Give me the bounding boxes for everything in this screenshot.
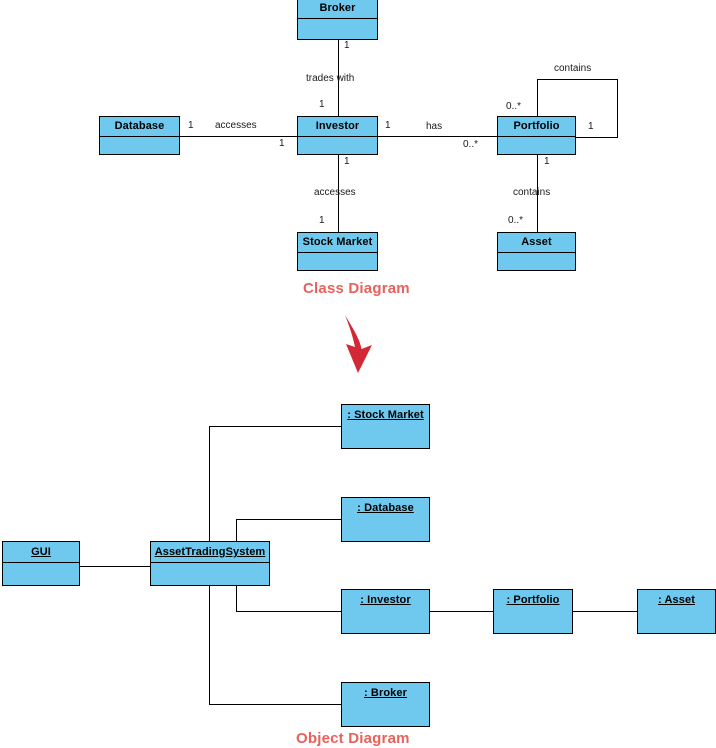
class-attributes-portfolio xyxy=(498,137,575,154)
multiplicity-stock-market-top: 1 xyxy=(319,215,325,226)
label-has: has xyxy=(426,121,443,132)
connector-portfolio-self-top xyxy=(537,79,618,80)
label-contains-asset: contains xyxy=(513,187,551,198)
multiplicity-investor-right: 1 xyxy=(385,120,391,131)
object-name-portfolio: : Portfolio xyxy=(506,594,560,606)
object-slots-asset xyxy=(638,610,715,633)
label-accesses-database: accesses xyxy=(215,120,257,131)
class-name-database: Database xyxy=(100,117,179,137)
multiplicity-broker-end: 1 xyxy=(344,40,350,51)
class-name-stock-market: Stock Market xyxy=(298,233,377,253)
label-trades-with: trades with xyxy=(306,73,355,84)
class-name-asset: Asset xyxy=(498,233,575,253)
link-ats-stock-market xyxy=(209,426,341,427)
multiplicity-asset-top: 0..* xyxy=(508,215,524,226)
object-box-assettradingsystem[interactable]: AssetTradingSystem xyxy=(150,541,270,586)
class-box-stock-market[interactable]: Stock Market xyxy=(297,232,378,271)
class-box-portfolio[interactable]: Portfolio xyxy=(497,116,576,155)
multiplicity-investor-left: 1 xyxy=(279,138,285,149)
object-slots-investor xyxy=(342,610,429,633)
class-attributes-broker xyxy=(298,19,377,39)
label-accesses-stock-market: accesses xyxy=(314,187,356,198)
object-name-database: : Database xyxy=(357,502,414,514)
object-box-portfolio[interactable]: : Portfolio xyxy=(493,589,573,634)
class-name-investor: Investor xyxy=(298,117,377,137)
class-box-database[interactable]: Database xyxy=(99,116,180,155)
multiplicity-portfolio-top: 0..* xyxy=(506,101,522,112)
link-ats-investor xyxy=(236,611,341,612)
object-box-investor[interactable]: : Investor xyxy=(341,589,430,634)
class-box-asset[interactable]: Asset xyxy=(497,232,576,271)
multiplicity-portfolio-left: 0..* xyxy=(463,139,479,150)
object-slots-gui xyxy=(3,563,79,585)
link-ats-database xyxy=(236,519,341,520)
multiplicity-investor-bottom: 1 xyxy=(344,156,350,167)
class-name-broker: Broker xyxy=(298,0,377,19)
connector-portfolio-self-up xyxy=(537,79,538,116)
class-box-broker[interactable]: Broker xyxy=(297,0,378,40)
multiplicity-database-end: 1 xyxy=(188,120,194,131)
link-portfolio-asset xyxy=(573,611,637,612)
object-name-asset: : Asset xyxy=(658,594,695,606)
class-attributes-database xyxy=(100,137,179,154)
uml-diagram-canvas: 1 trades with 1 1 accesses 1 1 has 0..* … xyxy=(0,0,716,748)
object-box-gui[interactable]: GUI xyxy=(2,541,80,586)
link-investor-portfolio xyxy=(430,611,493,612)
multiplicity-investor-top: 1 xyxy=(319,99,325,110)
label-contains-self: contains xyxy=(554,63,592,74)
object-name-assettradingsystem: AssetTradingSystem xyxy=(151,542,269,563)
class-attributes-stock-market xyxy=(298,253,377,270)
connector-portfolio-self-down xyxy=(617,79,618,138)
object-name-broker: : Broker xyxy=(364,687,407,699)
object-box-stock-market[interactable]: : Stock Market xyxy=(341,404,430,449)
connector-investor-portfolio xyxy=(378,136,497,137)
object-slots-portfolio xyxy=(494,610,572,633)
class-attributes-asset xyxy=(498,253,575,270)
link-gui-assettradingsystem xyxy=(80,566,150,567)
class-box-investor[interactable]: Investor xyxy=(297,116,378,155)
flow-arrow-icon xyxy=(345,315,372,373)
object-box-database[interactable]: : Database xyxy=(341,497,430,542)
object-slots-broker xyxy=(342,703,429,726)
object-name-stock-market: : Stock Market xyxy=(347,409,424,421)
connector-portfolio-self-in xyxy=(576,137,618,138)
connector-database-investor xyxy=(180,136,297,137)
object-box-broker[interactable]: : Broker xyxy=(341,682,430,727)
caption-object-diagram: Object Diagram xyxy=(296,730,410,747)
caption-class-diagram: Class Diagram xyxy=(303,280,410,297)
object-name-investor: : Investor xyxy=(360,594,411,606)
link-ats-broker xyxy=(209,704,341,705)
multiplicity-portfolio-self-right: 1 xyxy=(588,121,594,132)
object-name-gui: GUI xyxy=(3,542,79,563)
object-slots-stock-market xyxy=(342,425,429,448)
class-name-portfolio: Portfolio xyxy=(498,117,575,137)
object-box-asset[interactable]: : Asset xyxy=(637,589,716,634)
class-attributes-investor xyxy=(298,137,377,154)
object-slots-database xyxy=(342,518,429,541)
multiplicity-portfolio-bottom: 1 xyxy=(544,156,550,167)
object-slots-assettradingsystem xyxy=(151,563,269,585)
